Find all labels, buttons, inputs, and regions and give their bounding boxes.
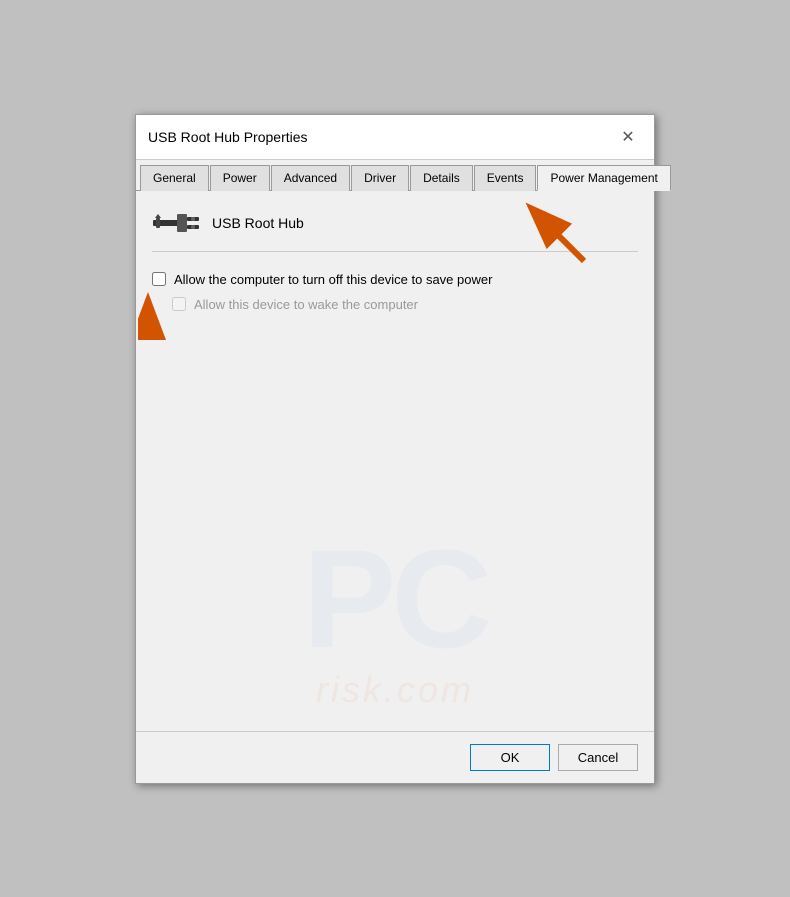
arrow-left-icon [138, 289, 193, 344]
tab-content: USB Root Hub Allow the computer to turn … [136, 191, 654, 731]
tab-events[interactable]: Events [474, 165, 537, 191]
option-row-2: Allow this device to wake the computer [172, 297, 418, 312]
allow-turnoff-label: Allow the computer to turn off this devi… [174, 272, 492, 287]
cancel-button[interactable]: Cancel [558, 744, 638, 771]
usb-icon-svg [153, 208, 199, 238]
watermark: PC risk.com [303, 529, 487, 711]
power-options: Allow the computer to turn off this devi… [152, 272, 638, 322]
tab-power-management[interactable]: Power Management [537, 165, 670, 191]
title-bar: USB Root Hub Properties ✕ [136, 115, 654, 160]
tab-details[interactable]: Details [410, 165, 473, 191]
dialog-window: USB Root Hub Properties ✕ General Power … [135, 114, 655, 784]
allow-wake-label: Allow this device to wake the computer [194, 297, 418, 312]
watermark-risk-text: risk.com [303, 669, 487, 711]
tab-driver[interactable]: Driver [351, 165, 409, 191]
allow-turnoff-checkbox[interactable] [152, 272, 166, 286]
ok-button[interactable]: OK [470, 744, 550, 771]
dialog-footer: OK Cancel [136, 731, 654, 783]
watermark-pc-text: PC [303, 529, 487, 669]
device-header: USB Root Hub [152, 207, 638, 252]
tab-power[interactable]: Power [210, 165, 270, 191]
dialog-title: USB Root Hub Properties [148, 129, 308, 145]
tab-advanced[interactable]: Advanced [271, 165, 350, 191]
option-row-1: Allow the computer to turn off this devi… [152, 272, 638, 287]
close-button[interactable]: ✕ [614, 123, 642, 151]
arrow-left-indicator [138, 289, 193, 347]
tab-bar: General Power Advanced Driver Details Ev… [136, 160, 654, 191]
device-name-label: USB Root Hub [212, 215, 304, 231]
usb-device-icon [152, 207, 200, 239]
tab-general[interactable]: General [140, 165, 209, 191]
